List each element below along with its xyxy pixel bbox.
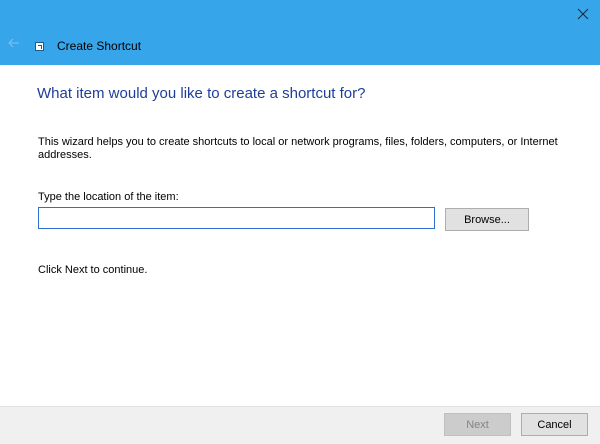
- window-title: Create Shortcut: [57, 39, 142, 53]
- continue-instruction: Click Next to continue.: [38, 264, 148, 276]
- button-bar: Next Cancel: [0, 406, 600, 444]
- back-arrow-icon: [7, 36, 21, 50]
- wizard-description: This wizard helps you to create shortcut…: [38, 136, 558, 161]
- page-heading: What item would you like to create a sho…: [37, 85, 366, 102]
- cancel-button[interactable]: Cancel: [521, 413, 588, 436]
- next-button[interactable]: Next: [444, 413, 511, 436]
- shortcut-wizard-icon: [35, 42, 44, 51]
- location-label: Type the location of the item:: [38, 191, 179, 203]
- wizard-content: What item would you like to create a sho…: [0, 65, 600, 406]
- close-icon[interactable]: [575, 6, 591, 22]
- browse-button[interactable]: Browse...: [445, 208, 529, 231]
- location-input[interactable]: [38, 207, 435, 229]
- title-bar: Create Shortcut: [0, 0, 600, 65]
